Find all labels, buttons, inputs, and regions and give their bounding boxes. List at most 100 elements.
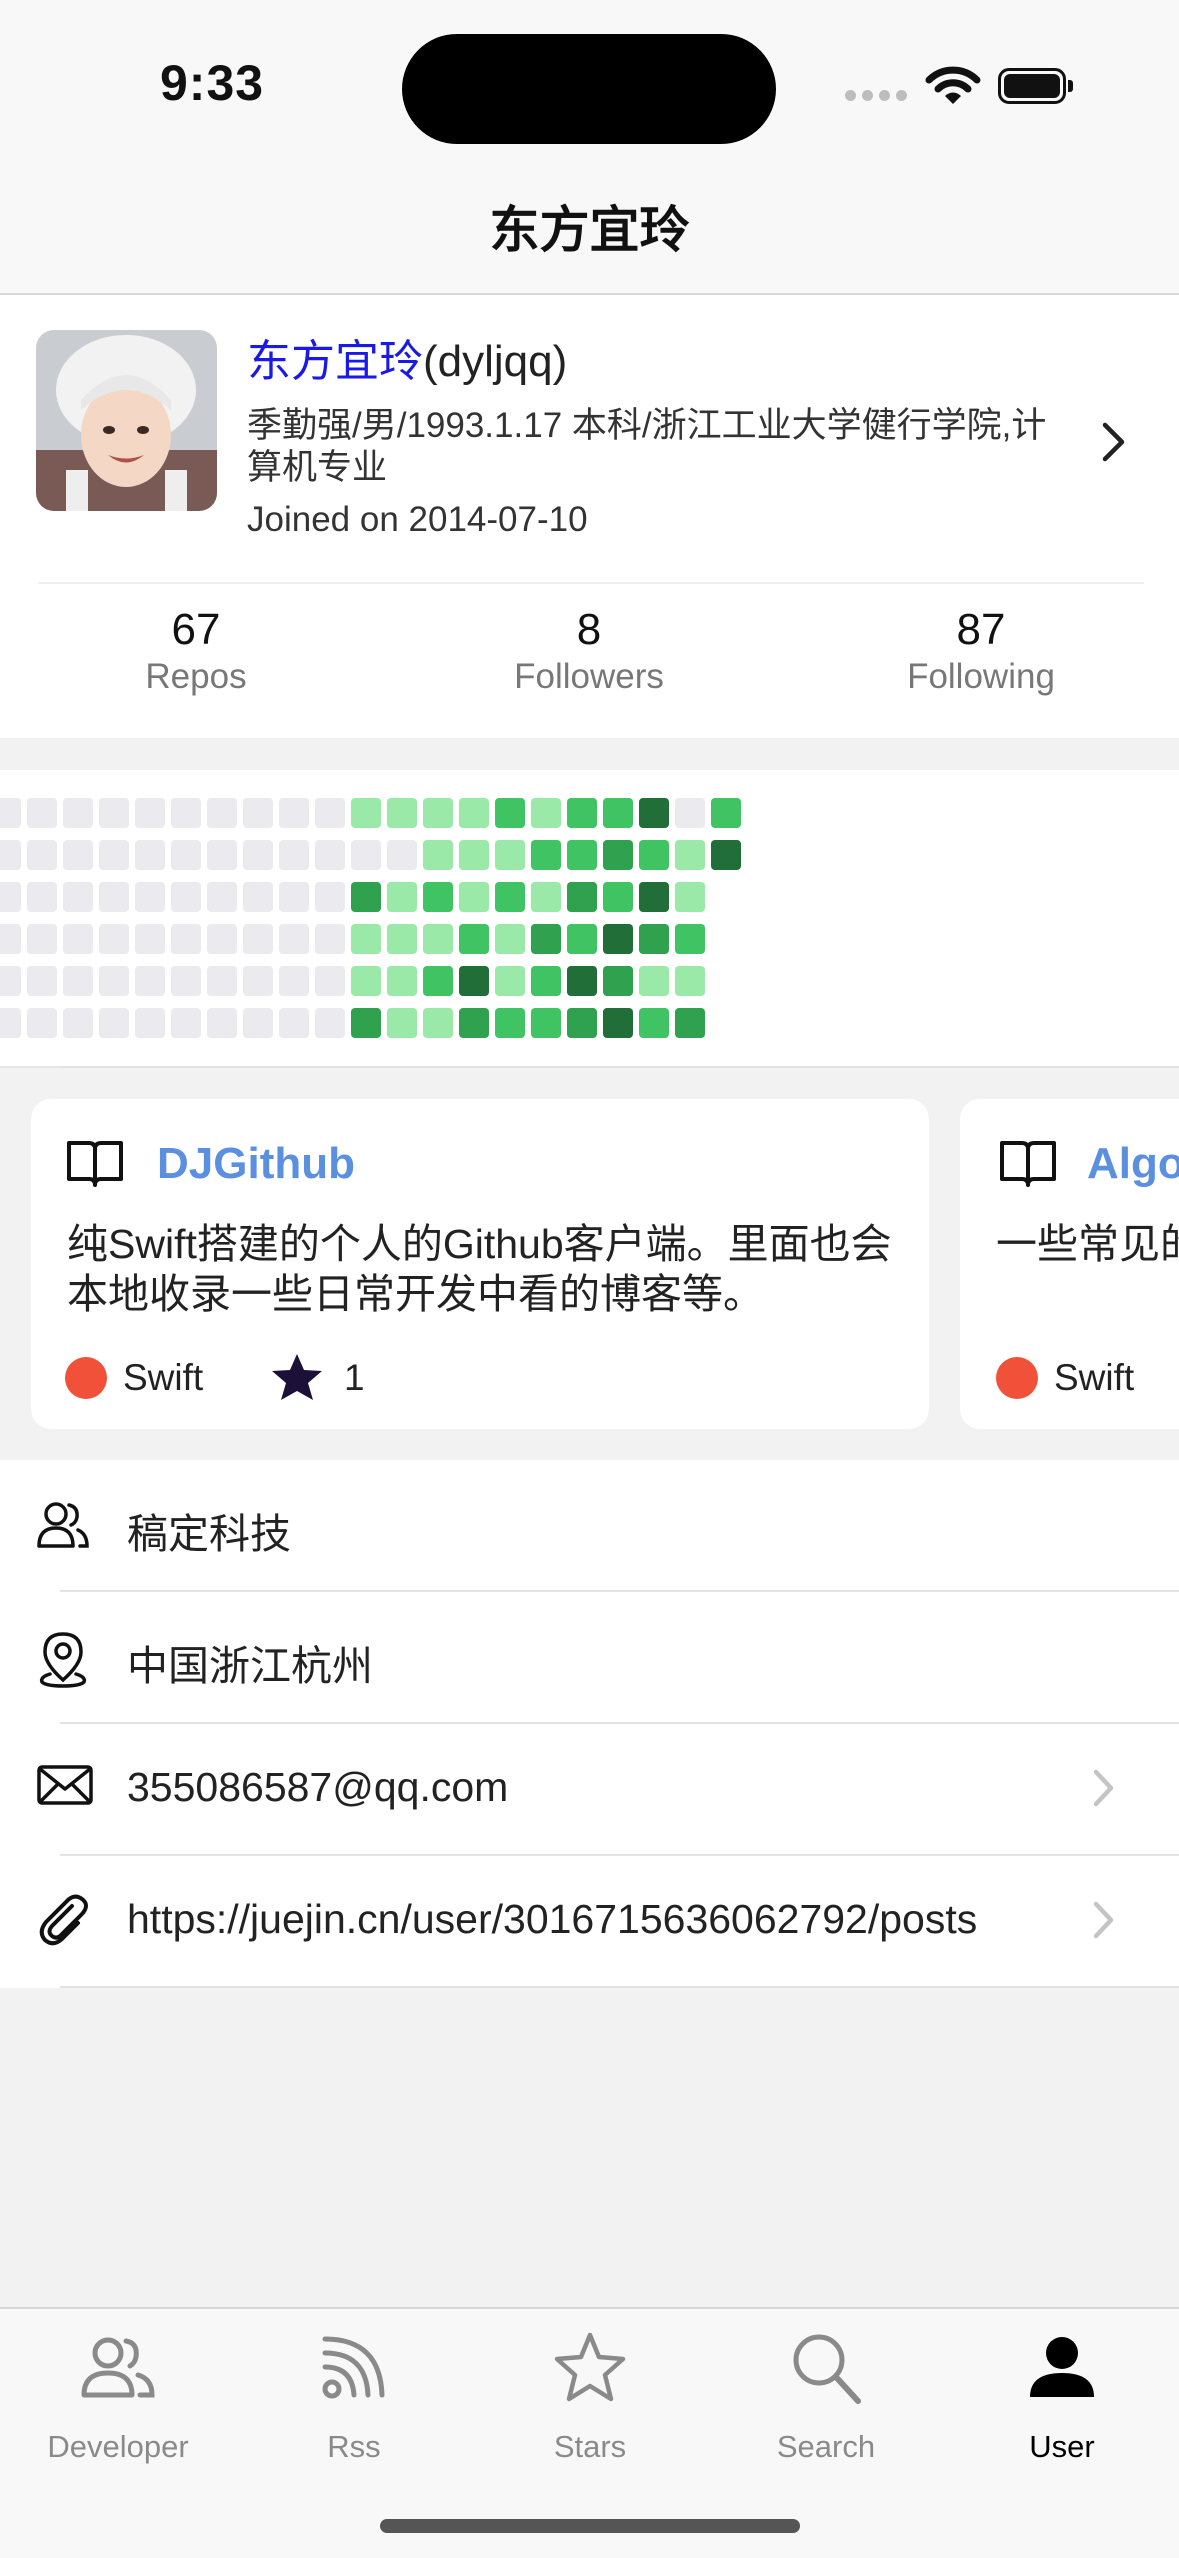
contribution-cell (171, 966, 201, 996)
star-icon (269, 1351, 325, 1408)
contribution-cell (495, 966, 525, 996)
tab-label: Rss (327, 2429, 381, 2464)
contribution-cell (279, 966, 309, 996)
stat-following[interactable]: 87 Following (831, 605, 1131, 697)
contribution-cell (207, 924, 237, 954)
tab-stars[interactable]: Stars (472, 2309, 708, 2469)
info-row-location: 中国浙江杭州 (0, 1592, 1179, 1724)
contribution-cell (27, 1008, 57, 1038)
profile-card[interactable]: 东方宜玲(dyljqq) 季勤强/男/1993.1.17 本科/浙江工业大学健行… (0, 295, 1179, 738)
stat-repos[interactable]: 67 Repos (46, 605, 346, 697)
contribution-cell (207, 1008, 237, 1038)
contribution-cell (639, 840, 669, 870)
mail-icon (36, 1762, 94, 1813)
contribution-cell (243, 924, 273, 954)
contribution-cell (0, 924, 21, 954)
profile-name[interactable]: 东方宜玲 (247, 337, 423, 386)
location-icon (36, 1630, 90, 1693)
contribution-cell (171, 1008, 201, 1038)
repo-name[interactable]: Algo (1087, 1139, 1179, 1189)
battery-icon (998, 68, 1073, 104)
avatar[interactable] (36, 330, 217, 511)
status-time: 9:33 (160, 55, 265, 111)
contribution-cell (603, 924, 633, 954)
contribution-cell (495, 798, 525, 828)
contribution-cell (0, 1008, 21, 1038)
contribution-cell (243, 840, 273, 870)
tab-developer[interactable]: Developer (0, 2309, 236, 2469)
contribution-cell (603, 798, 633, 828)
repo-description: 一些常见的 (996, 1221, 1179, 1267)
contribution-cell (207, 798, 237, 828)
tab-rss[interactable]: Rss (236, 2309, 472, 2469)
contribution-cell (243, 1008, 273, 1038)
repo-stars: 1 (344, 1357, 365, 1398)
contribution-cell (423, 840, 453, 870)
contribution-cell (639, 798, 669, 828)
contribution-cell (675, 882, 705, 912)
tab-search[interactable]: Search (708, 2309, 944, 2469)
contribution-cell (675, 966, 705, 996)
contribution-cell (639, 882, 669, 912)
contribution-cell (675, 924, 705, 954)
contribution-cell (639, 966, 669, 996)
contribution-cell (495, 1008, 525, 1038)
language-color-dot (65, 1357, 107, 1399)
contribution-cell (423, 798, 453, 828)
contribution-cell (315, 1008, 345, 1038)
contribution-cell (495, 924, 525, 954)
info-row-link[interactable]: https://juejin.cn/user/3016715636062792/… (0, 1856, 1179, 1988)
contribution-cell (603, 840, 633, 870)
chevron-right-icon (1092, 1768, 1116, 1813)
repo-card[interactable]: DJGithub 纯Swift搭建的个人的Github客户端。里面也会本地收录一… (31, 1099, 929, 1429)
contribution-cell (459, 924, 489, 954)
repo-description: 纯Swift搭建的个人的Github客户端。里面也会本地收录一些日常开发中看的博… (67, 1221, 892, 1317)
contribution-cell (63, 924, 93, 954)
contribution-cell (351, 966, 381, 996)
contribution-cell (459, 1008, 489, 1038)
stat-value: 87 (956, 605, 1006, 654)
info-text[interactable]: 355086587@qq.com (127, 1764, 508, 1811)
contribution-cell (531, 840, 561, 870)
contribution-cell (567, 798, 597, 828)
repo-name[interactable]: DJGithub (157, 1139, 355, 1189)
rss-icon (322, 2336, 385, 2399)
star-icon (554, 2332, 626, 2402)
contribution-cell (351, 798, 381, 828)
tab-label: Stars (553, 2429, 627, 2464)
tab-user[interactable]: User (944, 2309, 1179, 2469)
stat-followers[interactable]: 8 Followers (439, 605, 739, 697)
contribution-cell (387, 882, 417, 912)
book-icon (998, 1137, 1058, 1194)
contribution-cell (243, 798, 273, 828)
contribution-cell (459, 882, 489, 912)
contribution-cell (27, 966, 57, 996)
chevron-right-icon[interactable] (1100, 420, 1128, 469)
info-text: 中国浙江杭州 (127, 1643, 373, 1689)
contribution-cell (315, 840, 345, 870)
contribution-cell (315, 966, 345, 996)
contribution-cell (531, 882, 561, 912)
contribution-graph (0, 770, 1179, 1068)
tab-label: User (1029, 2429, 1095, 2464)
contribution-cell (63, 1008, 93, 1038)
contribution-cell (27, 840, 57, 870)
contribution-cell (243, 882, 273, 912)
contribution-cell (459, 798, 489, 828)
info-text: 稿定科技 (127, 1511, 291, 1557)
contribution-cell (279, 798, 309, 828)
divider (60, 1066, 1179, 1068)
contribution-cell (459, 966, 489, 996)
contribution-cell (27, 924, 57, 954)
dynamic-island (402, 34, 776, 144)
contribution-cell (639, 1008, 669, 1038)
contribution-cell (387, 840, 417, 870)
contribution-cell (315, 882, 345, 912)
info-text[interactable]: https://juejin.cn/user/3016715636062792/… (127, 1896, 977, 1943)
info-row-email[interactable]: 355086587@qq.com (0, 1724, 1179, 1856)
contribution-cell (531, 924, 561, 954)
contribution-cell (207, 840, 237, 870)
stat-value: 67 (171, 605, 221, 654)
tab-label: Search (776, 2429, 876, 2464)
repo-card[interactable]: Algo 一些常见的 Swift (960, 1099, 1179, 1429)
